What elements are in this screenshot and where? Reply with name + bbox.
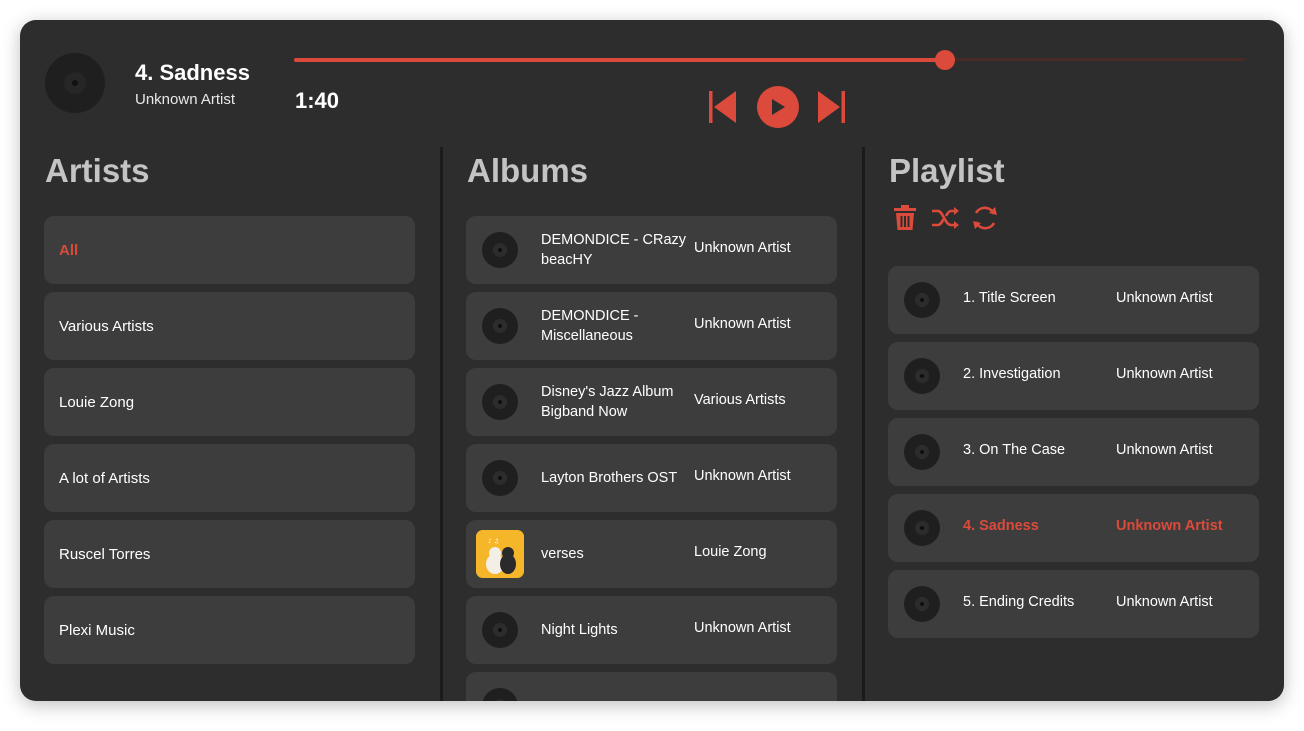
track-artist: Unknown Artist: [1116, 442, 1213, 458]
playlist-toolbar: [890, 203, 1000, 233]
skip-next-icon: [818, 91, 845, 123]
repeat-icon: [973, 206, 997, 230]
track-artist: Unknown Artist: [1116, 518, 1223, 534]
album-artist: Various Artists: [694, 392, 786, 408]
album-name: Layton Brothers OST: [541, 470, 678, 486]
artists-heading: Artists: [45, 152, 150, 189]
vinyl-disc-icon: [904, 586, 940, 622]
album-artist: Louie Zong: [694, 544, 767, 560]
artist-item-label: Various Artists: [59, 317, 154, 335]
album-name: Disney's Jazz Album Bigband Now: [541, 384, 674, 420]
vinyl-disc-icon: [904, 434, 940, 470]
track-artist: Unknown Artist: [1116, 366, 1213, 382]
track-name: 1. Title Screen: [963, 290, 1056, 306]
track-name: 3. On The Case: [963, 442, 1066, 458]
shuffle-icon: [932, 207, 959, 229]
seek-bar[interactable]: [294, 50, 1245, 70]
album-artist: Unknown Artist: [694, 316, 791, 332]
albums-panel: Albums DEMONDICE - CRazy beacHY Unknown …: [466, 147, 846, 701]
artist-item[interactable]: Louie Zong: [44, 368, 415, 436]
vinyl-disc-icon: [482, 460, 518, 496]
album-name: DEMONDICE - CRazy beacHY: [541, 232, 687, 268]
albums-heading: Albums: [467, 152, 589, 189]
artist-item-label: Plexi Music: [59, 621, 135, 639]
skip-next-button[interactable]: [816, 87, 846, 127]
track-artist: Unknown Artist: [1116, 594, 1213, 610]
vinyl-disc-icon: [904, 510, 940, 546]
now-playing-artist: Unknown Artist: [135, 91, 236, 108]
album-name: Night Lights: [541, 622, 618, 638]
elapsed-time: 1:40: [295, 88, 340, 113]
play-icon: [772, 99, 785, 115]
playlist-panel: Playlist 1. Title Screen Unknown Artist …: [888, 147, 1268, 701]
artist-item[interactable]: Various Artists: [44, 292, 415, 360]
album-item[interactable]: ♪ ♫ verses Louie Zong: [466, 520, 837, 588]
playback-controls: [708, 86, 846, 128]
track-name: 5. Ending Credits: [963, 594, 1075, 610]
now-playing-disc-icon: [45, 53, 105, 113]
track-name: 2. Investigation: [963, 366, 1061, 382]
artist-item[interactable]: A lot of Artists: [44, 444, 415, 512]
svg-text:♪ ♫: ♪ ♫: [488, 538, 499, 545]
album-name: DEMONDICE - Miscellaneous: [541, 308, 639, 344]
album-item[interactable]: Disney's Jazz Album Bigband Now Various …: [466, 368, 837, 436]
playlist-track[interactable]: 1. Title Screen Unknown Artist: [888, 266, 1259, 334]
playlist-track-active[interactable]: 4. Sadness Unknown Artist: [888, 494, 1259, 562]
album-item[interactable]: Layton Brothers OST Unknown Artist: [466, 444, 837, 512]
album-artist: Unknown Artist: [694, 620, 791, 636]
artist-item-label: Louie Zong: [59, 393, 135, 411]
now-playing-title: 4. Sadness: [135, 60, 250, 85]
seek-fill: [294, 58, 946, 62]
album-artist: Unknown Artist: [694, 468, 791, 484]
skip-previous-button[interactable]: [708, 87, 738, 127]
vinyl-disc-icon: [482, 688, 518, 701]
artist-item-label: All: [59, 241, 79, 259]
artist-item-label: A lot of Artists: [59, 469, 150, 487]
vinyl-disc-icon: [482, 232, 518, 268]
vinyl-disc-icon: [904, 282, 940, 318]
seek-thumb[interactable]: [935, 50, 956, 70]
playlist-heading: Playlist: [889, 152, 1005, 189]
skip-previous-icon: [709, 91, 736, 123]
artist-item-label: Ruscel Torres: [59, 545, 151, 563]
vinyl-disc-icon: [904, 358, 940, 394]
album-artist: Unknown Artist: [694, 240, 791, 256]
artist-item[interactable]: Plexi Music: [44, 596, 415, 664]
track-name: 4. Sadness: [963, 518, 1039, 534]
vinyl-disc-icon: [482, 612, 518, 648]
column-divider: [440, 147, 443, 701]
repeat-button[interactable]: [970, 203, 1000, 233]
album-item[interactable]: DEMONDICE - CRazy beacHY Unknown Artist: [466, 216, 837, 284]
shuffle-button[interactable]: [930, 203, 960, 233]
artist-item[interactable]: Ruscel Torres: [44, 520, 415, 588]
artists-panel: Artists All Various Artists Louie Zong A…: [44, 147, 424, 701]
vinyl-disc-icon: [482, 384, 518, 420]
album-cover-art: ♪ ♫: [476, 530, 524, 578]
playlist-track[interactable]: 3. On The Case Unknown Artist: [888, 418, 1259, 486]
vinyl-disc-icon: [482, 308, 518, 344]
column-divider: [862, 147, 865, 701]
trash-icon: [894, 205, 916, 230]
playlist-track[interactable]: 2. Investigation Unknown Artist: [888, 342, 1259, 410]
play-button[interactable]: [757, 86, 799, 128]
album-item-partial[interactable]: [466, 672, 837, 701]
music-player-window: 4. Sadness Unknown Artist 1:40 Artists A…: [20, 20, 1284, 701]
album-name: verses: [541, 546, 584, 562]
album-item[interactable]: Night Lights Unknown Artist: [466, 596, 837, 664]
track-artist: Unknown Artist: [1116, 290, 1213, 306]
album-item[interactable]: DEMONDICE - Miscellaneous Unknown Artist: [466, 292, 837, 360]
playlist-track[interactable]: 5. Ending Credits Unknown Artist: [888, 570, 1259, 638]
artist-item[interactable]: All: [44, 216, 415, 284]
clear-playlist-button[interactable]: [890, 203, 920, 233]
